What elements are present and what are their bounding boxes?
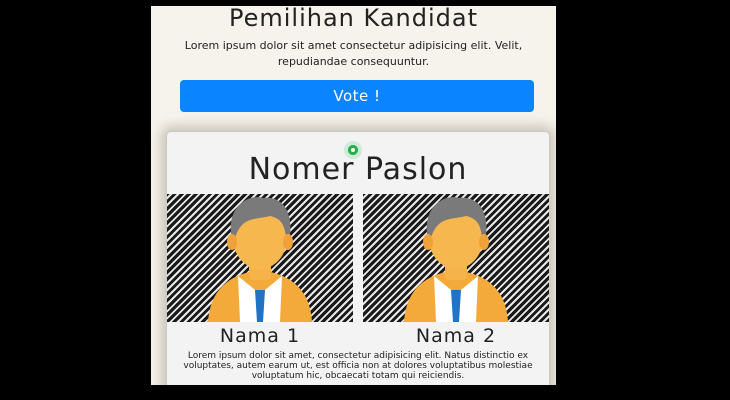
candidate-1-name: Nama 1 (219, 325, 301, 347)
radio-dot-icon (351, 148, 355, 152)
page-lead-text: Lorem ipsum dolor sit amet consectetur a… (184, 39, 523, 68)
vote-button[interactable]: Vote ! (180, 80, 534, 112)
candidate-1-photo (167, 194, 353, 322)
card-title: Nomer Paslon (248, 152, 468, 187)
candidate-card: Nomer Paslon Nama 1 Nama 2 Lorem ipsum d… (166, 131, 550, 385)
person-avatar-icon (404, 197, 508, 322)
candidate-2-photo (363, 194, 549, 322)
candidate-description: Lorem ipsum dolor sit amet, consectetur … (183, 351, 533, 381)
candidate-2-name: Nama 2 (415, 325, 497, 347)
voting-page: Pemilihan Kandidat Lorem ipsum dolor sit… (151, 6, 556, 385)
person-avatar-icon (208, 197, 312, 322)
page-title: Pemilihan Kandidat (228, 6, 478, 32)
